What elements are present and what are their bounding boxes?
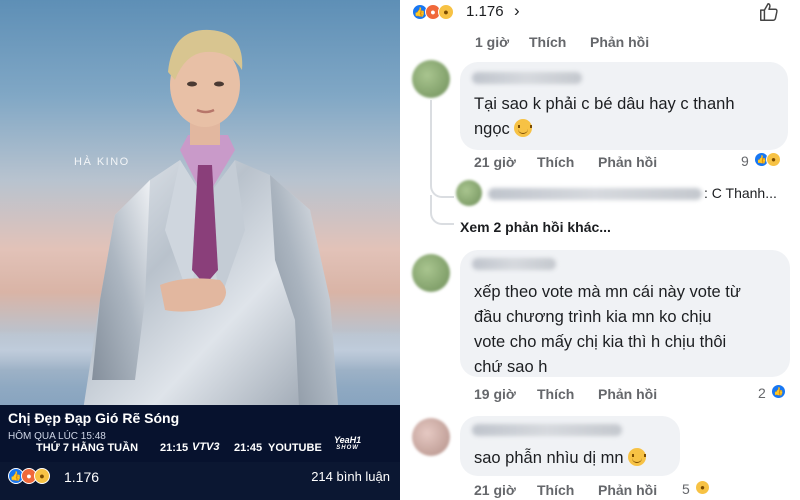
video-post-panel[interactable]: HÀ KINO Chị Đẹp Đạp Gió Rẽ Sóng HÔM QUA …	[0, 0, 400, 500]
comment-1-line-1: Tại sao k phải c bé dâu hay c thanh	[474, 95, 735, 113]
comment-1-reactions[interactable]: 👍 ●	[754, 152, 781, 167]
yeah1-logo-sub: SHOW	[336, 445, 359, 451]
comment-1-line-2: ngọc	[474, 117, 735, 142]
sad-icon: ●	[438, 4, 454, 20]
pleading-face-emoji-icon	[628, 448, 647, 466]
haha-icon: ●	[766, 152, 781, 167]
avatar[interactable]	[412, 418, 450, 456]
post-reaction-icons[interactable]: 👍 ● ●	[8, 468, 50, 484]
youtube-label: YOUTUBE	[268, 442, 322, 454]
sad-icon: ●	[34, 468, 50, 484]
yeah1-show-logo: YeaH1 SHOW	[334, 436, 361, 452]
like-icon: 👍	[771, 384, 786, 399]
comment-0-time: 1 giờ	[475, 34, 510, 50]
comment-3-time: 19 giờ	[474, 386, 516, 402]
comment-3-text: xếp theo vote mà mn cái này vote từ đầu …	[474, 280, 741, 380]
reply-preview-text[interactable]: : C Thanh...	[704, 183, 777, 203]
view-more-replies-link[interactable]: Xem 2 phản hồi khác...	[460, 219, 611, 235]
header-reaction-count[interactable]: 1.176	[466, 3, 504, 20]
comment-1-text: Tại sao k phải c bé dâu hay c thanh ngọc	[474, 92, 735, 142]
comment-3-reaction-count[interactable]: 2	[758, 385, 766, 401]
avatar[interactable]	[412, 60, 450, 98]
comment-3-line-4: chứ sao h	[474, 358, 548, 376]
vtv3-logo: VTV3	[192, 441, 220, 453]
post-time-label: HÔM QUA LÚC 15:48	[8, 431, 106, 442]
header-reaction-icons[interactable]: 👍 ● ●	[412, 4, 454, 20]
comment-3-author[interactable]	[472, 258, 556, 270]
comment-1-time: 21 giờ	[474, 154, 516, 170]
comment-0-like-button[interactable]: Thích	[529, 34, 566, 50]
thread-line	[430, 100, 432, 174]
comment-4-author[interactable]	[472, 424, 622, 436]
comment-0-reply-button[interactable]: Phản hồi	[590, 34, 649, 50]
comment-1-author[interactable]	[472, 72, 582, 84]
comment-3-line-3: vote cho mấy chị kia thì h chịu thôi	[474, 333, 727, 351]
comment-1-reply-button[interactable]: Phản hồi	[598, 154, 657, 170]
schedule-time-youtube: 21:45	[234, 442, 263, 454]
comment-4-reactions[interactable]: ●	[695, 480, 710, 495]
thumbs-up-icon[interactable]	[758, 1, 780, 23]
comment-1-like-button[interactable]: Thích	[537, 154, 574, 170]
comment-4-reply-button[interactable]: Phản hồi	[598, 482, 657, 498]
reply-preview-author[interactable]	[488, 188, 702, 200]
comment-1-line-2-text: ngọc	[474, 120, 510, 138]
comment-4-text-body: sao phẫn nhìu dị mn	[474, 449, 624, 467]
post-reaction-count[interactable]: 1.176	[64, 469, 99, 485]
show-title: Chị Đẹp Đạp Gió Rẽ Sóng	[8, 410, 180, 426]
comment-4-time: 21 giờ	[474, 482, 516, 498]
brand-watermark: HÀ KINO	[74, 156, 130, 168]
haha-icon: ●	[695, 480, 710, 495]
schedule-day: THỨ 7 HẰNG TUẦN	[36, 442, 139, 454]
comment-4-like-button[interactable]: Thích	[537, 482, 574, 498]
schedule-time-vtv3: 21:15	[160, 442, 189, 454]
crying-smile-emoji-icon	[514, 119, 533, 137]
comment-4-reaction-count[interactable]: 5	[682, 481, 690, 497]
comment-3-line-2: đầu chương trình kia mn ko chịu	[474, 308, 712, 326]
person-in-silver-suit-image	[80, 29, 340, 430]
post-comment-count[interactable]: 214 bình luận	[311, 469, 390, 484]
comments-panel: 👍 ● ● 1.176 › 1 giờ Thích Phản hồi Tại s…	[402, 0, 800, 500]
comment-4-text: sao phẫn nhìu dị mn	[474, 446, 647, 471]
comment-3-reply-button[interactable]: Phản hồi	[598, 386, 657, 402]
comment-3-like-button[interactable]: Thích	[537, 386, 574, 402]
avatar[interactable]	[456, 180, 482, 206]
comment-3-line-1: xếp theo vote mà mn cái này vote từ	[474, 283, 741, 301]
comment-1-reaction-count[interactable]: 9	[741, 153, 749, 169]
thread-connector	[430, 195, 454, 225]
comment-3-reactions[interactable]: 👍	[771, 384, 786, 399]
chevron-right-icon[interactable]: ›	[514, 1, 520, 21]
avatar[interactable]	[412, 254, 450, 292]
